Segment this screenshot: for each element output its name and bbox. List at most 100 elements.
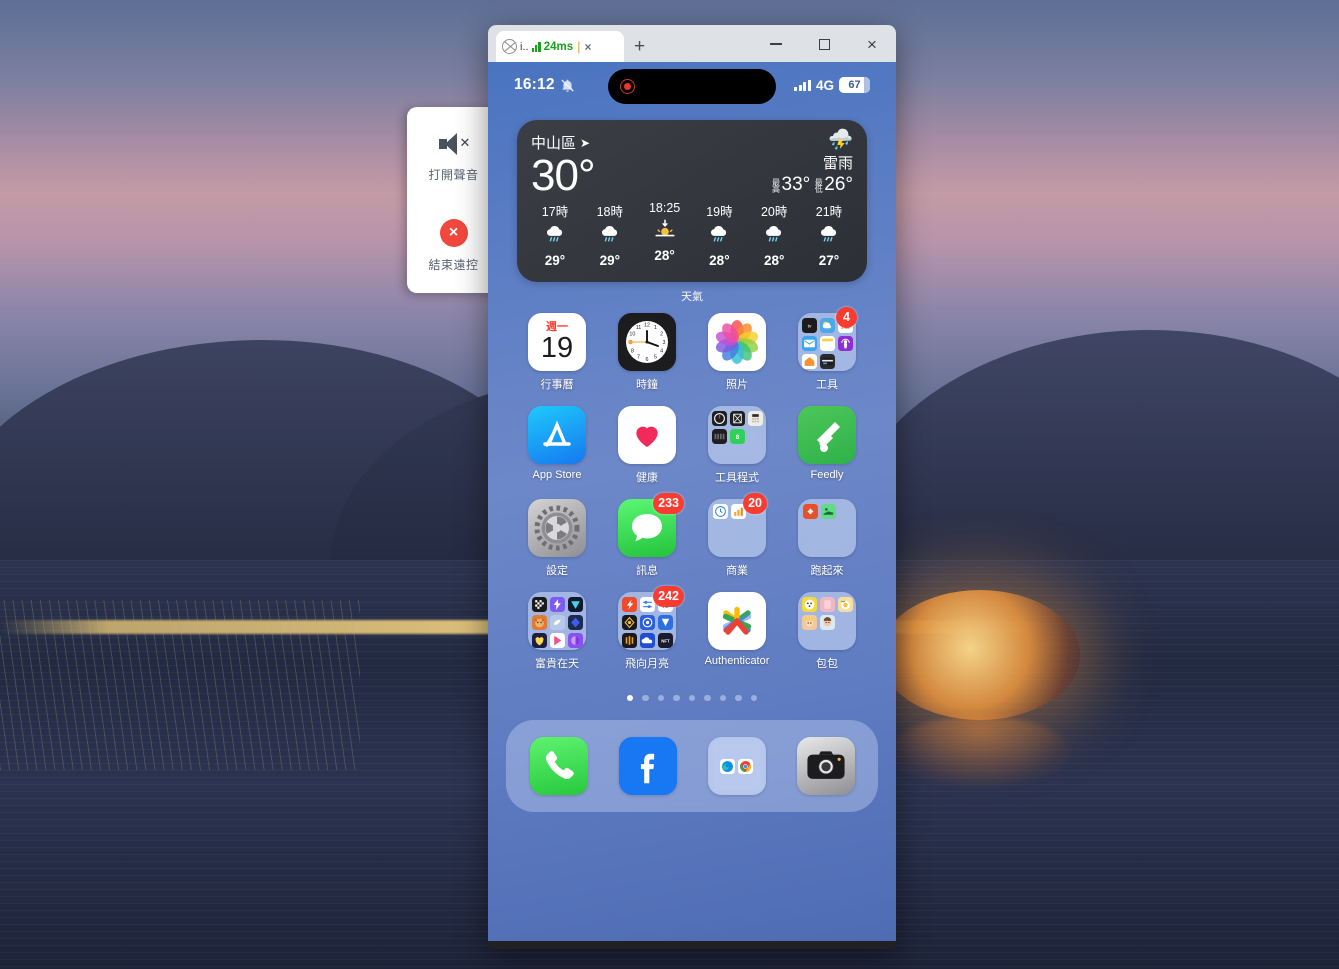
weather-hour-column: 19時 28°: [695, 201, 743, 268]
calendar-day: 19: [540, 332, 574, 365]
weather-low-label: 最低: [814, 178, 824, 192]
folder-mini-icon: [801, 596, 817, 612]
page-dot[interactable]: [704, 694, 711, 702]
folder-mini-icon: [837, 596, 853, 612]
toggle-sound-button[interactable]: ✕ 打開聲音: [407, 131, 500, 183]
browser-tab[interactable]: i.. 24ms | ×: [496, 31, 624, 62]
weather-hour-column: 18時 29°: [586, 201, 634, 268]
page-dot[interactable]: [642, 694, 649, 702]
home-app[interactable]: 週一 19 行事曆: [512, 312, 602, 392]
home-app[interactable]: 8 工具程式: [692, 405, 782, 485]
home-app[interactable]: 設定: [512, 498, 602, 578]
svg-text:7: 7: [637, 354, 640, 360]
app-badge: 4: [836, 306, 857, 328]
svg-text:2: 2: [660, 331, 663, 337]
folder-icon: [798, 591, 856, 650]
maximize-button[interactable]: [800, 29, 848, 59]
app-label: 跑起來: [810, 564, 844, 577]
folder-mini-icon: [747, 410, 763, 426]
tab-latency-label: 24ms: [543, 40, 574, 53]
remote-control-panel: ✕ 打開聲音 × 結束遠控: [407, 107, 500, 293]
home-app[interactable]: 12 1 2 3 4 5 6 7 8 9 10 11 時鐘: [602, 312, 692, 392]
folder-mini-icon: [837, 335, 853, 351]
window-close-button[interactable]: ×: [848, 29, 896, 59]
folder-mini-icon: [549, 596, 565, 612]
weather-hour-time: 17時: [541, 204, 569, 219]
weather-summary: ⛈️ 雷雨 最高 33° 最低 26°: [772, 130, 853, 196]
folder-mini-icon: [801, 335, 817, 351]
folder-mini-icon: [567, 632, 583, 648]
home-app[interactable]: !5NFT242飛向月亮: [602, 585, 692, 671]
globe-wire-icon: [502, 39, 517, 54]
app-label: 設定: [546, 564, 568, 577]
app-badge: 233: [653, 492, 684, 514]
home-app[interactable]: tv 4 工具: [782, 306, 872, 392]
app-label: 健康: [636, 471, 658, 484]
folder-mini-icon: [531, 614, 547, 630]
browser-window: i.. 24ms | × + × 16:12 4G 67 中山區 ➤ 30° ⛈…: [488, 25, 896, 949]
weather-hour-time: 19時: [706, 204, 733, 219]
home-app[interactable]: App Store: [512, 405, 602, 485]
home-app[interactable]: 富貴在天: [512, 591, 602, 671]
close-circle-icon: ×: [439, 219, 468, 247]
folder-mini-icon: [567, 596, 583, 612]
svg-text:3: 3: [663, 340, 666, 346]
dock-app-camera[interactable]: [796, 737, 855, 796]
page-dot[interactable]: [719, 694, 727, 702]
edge-icon: [720, 758, 735, 774]
app-badge: 242: [653, 585, 684, 607]
hill-silhouette-right: [840, 330, 1339, 580]
sunset-icon: [654, 218, 676, 245]
page-dot[interactable]: [735, 694, 742, 702]
status-bar-left: 16:12: [514, 76, 575, 94]
phone-mirror-screen: 16:12 4G 67 中山區 ➤ 30° ⛈️ 雷雨 最高 33° 最低 26…: [488, 62, 896, 941]
dock: [506, 720, 878, 813]
page-dot[interactable]: [657, 694, 665, 702]
dock-app-phone[interactable]: [529, 737, 588, 796]
minimize-button[interactable]: [752, 29, 800, 59]
bubble-reflection: [890, 716, 1070, 786]
home-app[interactable]: 照片: [692, 312, 782, 392]
location-arrow-icon: ➤: [580, 135, 591, 150]
page-dot[interactable]: [673, 694, 680, 702]
svg-text:6: 6: [646, 357, 649, 363]
home-app[interactable]: Authenticator: [692, 591, 782, 671]
page-dot[interactable]: [750, 694, 758, 702]
home-app[interactable]: 包包: [782, 591, 872, 671]
weather-hour-temp: 28°: [709, 252, 730, 268]
dock-app-facebook[interactable]: [618, 737, 677, 796]
weather-hour-time: 18:25: [648, 200, 681, 215]
folder-mini-icon: [711, 428, 727, 444]
page-dot[interactable]: [626, 694, 634, 702]
home-app[interactable]: 健康: [602, 405, 692, 485]
weather-widget[interactable]: 中山區 ➤ 30° ⛈️ 雷雨 最高 33° 最低 26° 17時 29° 18…: [517, 120, 867, 282]
battery-percent-label: 67: [848, 79, 861, 91]
new-tab-button[interactable]: +: [634, 37, 645, 56]
dynamic-island: [608, 69, 776, 104]
home-app[interactable]: 233 訊息: [602, 492, 692, 578]
home-app[interactable]: ✥ 跑起來: [782, 498, 872, 578]
tab-close-icon[interactable]: ×: [585, 40, 592, 54]
folder-mini-icon: [621, 596, 637, 612]
folder-mini-icon: [639, 596, 655, 612]
home-app[interactable]: Feedly: [782, 405, 872, 485]
svg-text:4: 4: [660, 348, 663, 354]
svg-text:10: 10: [629, 331, 635, 337]
calendar-icon: 週一 19: [528, 312, 586, 371]
folder-mini-icon: [801, 614, 817, 630]
page-dot[interactable]: [688, 694, 696, 702]
app-label: 時鐘: [636, 378, 658, 391]
app-label: 工具: [816, 378, 838, 391]
desktop-wallpaper: ✕ 打開聲音 × 結束遠控 i.. 24ms | × + × 16:12 4G …: [0, 0, 1339, 969]
app-label: 工具程式: [715, 471, 759, 484]
toggle-sound-label: 打開聲音: [428, 168, 479, 182]
end-remote-button[interactable]: × 結束遠控: [407, 219, 500, 273]
svg-text:5: 5: [654, 354, 657, 360]
dock-folder-browsers[interactable]: [707, 737, 766, 796]
page-indicator-dots[interactable]: [488, 694, 896, 702]
app-label: Feedly: [810, 468, 844, 481]
folder-mini-icon: [531, 596, 547, 612]
folder-mini-icon: [567, 614, 583, 630]
home-app[interactable]: 20 商業: [692, 492, 782, 578]
folder-mini-icon: [819, 596, 835, 612]
